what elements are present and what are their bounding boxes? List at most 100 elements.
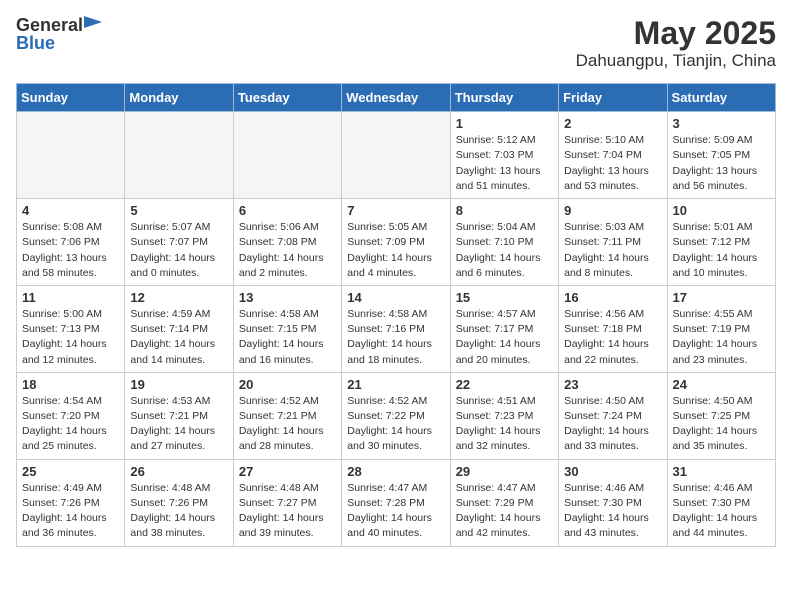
week-row-2: 4Sunrise: 5:08 AM Sunset: 7:06 PM Daylig…: [17, 199, 776, 286]
day-info: Sunrise: 4:47 AM Sunset: 7:29 PM Dayligh…: [456, 481, 553, 542]
day-info: Sunrise: 4:55 AM Sunset: 7:19 PM Dayligh…: [673, 307, 770, 368]
day-info: Sunrise: 5:07 AM Sunset: 7:07 PM Dayligh…: [130, 220, 227, 281]
day-info: Sunrise: 4:51 AM Sunset: 7:23 PM Dayligh…: [456, 394, 553, 455]
weekday-monday: Monday: [125, 84, 233, 112]
day-number: 28: [347, 464, 444, 479]
logo: General Blue: [16, 16, 102, 52]
calendar-header: SundayMondayTuesdayWednesdayThursdayFrid…: [17, 84, 776, 112]
day-cell: [125, 112, 233, 199]
day-cell: 28 Sunrise: 4:47 AM Sunset: 7:28 PM Dayli…: [342, 459, 450, 546]
day-number: 11: [22, 290, 119, 305]
day-info: Sunrise: 4:54 AM Sunset: 7:20 PM Dayligh…: [22, 394, 119, 455]
day-cell: [17, 112, 125, 199]
week-row-5: 25 Sunrise: 4:49 AM Sunset: 7:26 PM Dayli…: [17, 459, 776, 546]
day-info: Sunrise: 5:10 AM Sunset: 7:04 PM Dayligh…: [564, 133, 661, 194]
day-info: Sunrise: 4:49 AM Sunset: 7:26 PM Dayligh…: [22, 481, 119, 542]
day-info: Sunrise: 4:59 AM Sunset: 7:14 PM Dayligh…: [130, 307, 227, 368]
day-info: Sunrise: 5:01 AM Sunset: 7:12 PM Dayligh…: [673, 220, 770, 281]
day-cell: 9 Sunrise: 5:03 AM Sunset: 7:11 PM Daylig…: [559, 199, 667, 286]
day-cell: 11 Sunrise: 5:00 AM Sunset: 7:13 PM Dayli…: [17, 285, 125, 372]
day-number: 22: [456, 377, 553, 392]
weekday-sunday: Sunday: [17, 84, 125, 112]
day-info: Sunrise: 4:57 AM Sunset: 7:17 PM Dayligh…: [456, 307, 553, 368]
day-info: Sunrise: 4:56 AM Sunset: 7:18 PM Dayligh…: [564, 307, 661, 368]
day-number: 6: [239, 203, 336, 218]
week-row-3: 11 Sunrise: 5:00 AM Sunset: 7:13 PM Dayli…: [17, 285, 776, 372]
day-cell: 24 Sunrise: 4:50 AM Sunset: 7:25 PM Dayli…: [667, 372, 775, 459]
day-cell: 5 Sunrise: 5:07 AM Sunset: 7:07 PM Daylig…: [125, 199, 233, 286]
calendar-subtitle: Dahuangpu, Tianjin, China: [576, 51, 776, 71]
day-info: Sunrise: 5:03 AM Sunset: 7:11 PM Dayligh…: [564, 220, 661, 281]
day-number: 21: [347, 377, 444, 392]
day-cell: 10 Sunrise: 5:01 AM Sunset: 7:12 PM Dayli…: [667, 199, 775, 286]
day-info: Sunrise: 5:08 AM Sunset: 7:06 PM Dayligh…: [22, 220, 119, 281]
week-row-4: 18 Sunrise: 4:54 AM Sunset: 7:20 PM Dayli…: [17, 372, 776, 459]
day-number: 27: [239, 464, 336, 479]
day-cell: 16Sunrise: 4:56 AM Sunset: 7:18 PM Dayli…: [559, 285, 667, 372]
day-cell: 18 Sunrise: 4:54 AM Sunset: 7:20 PM Dayli…: [17, 372, 125, 459]
day-cell: [342, 112, 450, 199]
day-number: 5: [130, 203, 227, 218]
day-cell: 1Sunrise: 5:12 AM Sunset: 7:03 PM Daylig…: [450, 112, 558, 199]
day-info: Sunrise: 4:46 AM Sunset: 7:30 PM Dayligh…: [564, 481, 661, 542]
day-cell: 23 Sunrise: 4:50 AM Sunset: 7:24 PM Dayli…: [559, 372, 667, 459]
weekday-tuesday: Tuesday: [233, 84, 341, 112]
day-number: 24: [673, 377, 770, 392]
day-number: 12: [130, 290, 227, 305]
day-number: 15: [456, 290, 553, 305]
day-info: Sunrise: 4:52 AM Sunset: 7:22 PM Dayligh…: [347, 394, 444, 455]
day-info: Sunrise: 4:58 AM Sunset: 7:16 PM Dayligh…: [347, 307, 444, 368]
day-number: 13: [239, 290, 336, 305]
title-block: May 2025 Dahuangpu, Tianjin, China: [576, 16, 776, 71]
day-cell: 26Sunrise: 4:48 AM Sunset: 7:26 PM Dayli…: [125, 459, 233, 546]
weekday-header-row: SundayMondayTuesdayWednesdayThursdayFrid…: [17, 84, 776, 112]
day-cell: 15 Sunrise: 4:57 AM Sunset: 7:17 PM Dayli…: [450, 285, 558, 372]
day-info: Sunrise: 5:05 AM Sunset: 7:09 PM Dayligh…: [347, 220, 444, 281]
calendar-title: May 2025: [576, 16, 776, 51]
day-number: 9: [564, 203, 661, 218]
day-number: 1: [456, 116, 553, 131]
day-number: 29: [456, 464, 553, 479]
day-info: Sunrise: 4:50 AM Sunset: 7:25 PM Dayligh…: [673, 394, 770, 455]
day-cell: 14Sunrise: 4:58 AM Sunset: 7:16 PM Dayli…: [342, 285, 450, 372]
day-number: 25: [22, 464, 119, 479]
page-header: General Blue May 2025 Dahuangpu, Tianjin…: [16, 16, 776, 71]
day-number: 30: [564, 464, 661, 479]
day-cell: 29 Sunrise: 4:47 AM Sunset: 7:29 PM Dayli…: [450, 459, 558, 546]
day-number: 10: [673, 203, 770, 218]
day-number: 2: [564, 116, 661, 131]
day-cell: 25 Sunrise: 4:49 AM Sunset: 7:26 PM Dayli…: [17, 459, 125, 546]
day-info: Sunrise: 4:53 AM Sunset: 7:21 PM Dayligh…: [130, 394, 227, 455]
day-info: Sunrise: 4:52 AM Sunset: 7:21 PM Dayligh…: [239, 394, 336, 455]
day-info: Sunrise: 4:48 AM Sunset: 7:27 PM Dayligh…: [239, 481, 336, 542]
day-info: Sunrise: 5:00 AM Sunset: 7:13 PM Dayligh…: [22, 307, 119, 368]
day-info: Sunrise: 5:06 AM Sunset: 7:08 PM Dayligh…: [239, 220, 336, 281]
day-cell: 6 Sunrise: 5:06 AM Sunset: 7:08 PM Daylig…: [233, 199, 341, 286]
day-cell: 2 Sunrise: 5:10 AM Sunset: 7:04 PM Daylig…: [559, 112, 667, 199]
day-cell: 3Sunrise: 5:09 AM Sunset: 7:05 PM Daylig…: [667, 112, 775, 199]
day-cell: 27 Sunrise: 4:48 AM Sunset: 7:27 PM Dayli…: [233, 459, 341, 546]
week-row-1: 1Sunrise: 5:12 AM Sunset: 7:03 PM Daylig…: [17, 112, 776, 199]
calendar-body: 1Sunrise: 5:12 AM Sunset: 7:03 PM Daylig…: [17, 112, 776, 546]
weekday-thursday: Thursday: [450, 84, 558, 112]
day-number: 20: [239, 377, 336, 392]
day-number: 8: [456, 203, 553, 218]
day-number: 31: [673, 464, 770, 479]
day-number: 23: [564, 377, 661, 392]
day-info: Sunrise: 4:46 AM Sunset: 7:30 PM Dayligh…: [673, 481, 770, 542]
day-cell: 4Sunrise: 5:08 AM Sunset: 7:06 PM Daylig…: [17, 199, 125, 286]
day-info: Sunrise: 4:50 AM Sunset: 7:24 PM Dayligh…: [564, 394, 661, 455]
day-cell: 22 Sunrise: 4:51 AM Sunset: 7:23 PM Dayli…: [450, 372, 558, 459]
day-info: Sunrise: 4:47 AM Sunset: 7:28 PM Dayligh…: [347, 481, 444, 542]
logo-blue: Blue: [16, 34, 55, 52]
logo-flag-icon: [84, 16, 102, 32]
day-number: 7: [347, 203, 444, 218]
day-number: 3: [673, 116, 770, 131]
day-cell: 19Sunrise: 4:53 AM Sunset: 7:21 PM Dayli…: [125, 372, 233, 459]
day-info: Sunrise: 5:04 AM Sunset: 7:10 PM Dayligh…: [456, 220, 553, 281]
day-number: 18: [22, 377, 119, 392]
day-cell: 20 Sunrise: 4:52 AM Sunset: 7:21 PM Dayli…: [233, 372, 341, 459]
day-info: Sunrise: 4:58 AM Sunset: 7:15 PM Dayligh…: [239, 307, 336, 368]
day-number: 17: [673, 290, 770, 305]
logo-general: General: [16, 16, 83, 34]
